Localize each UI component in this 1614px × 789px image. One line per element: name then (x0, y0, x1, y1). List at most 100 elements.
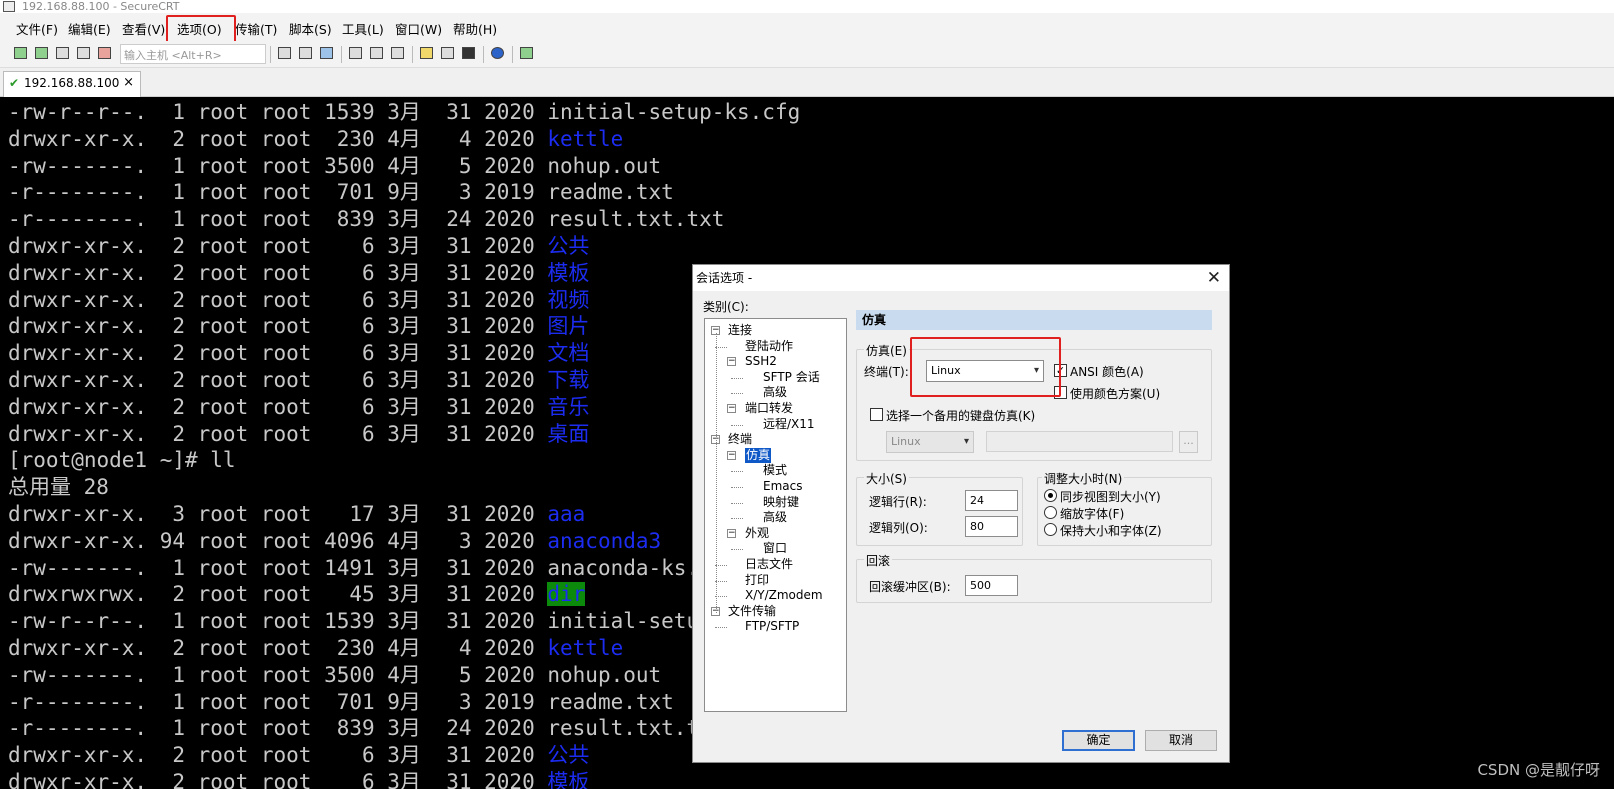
menu-edit[interactable]: 编辑(E) (68, 19, 111, 38)
menu-script[interactable]: 脚本(S) (289, 19, 332, 38)
connect-in-tab-icon[interactable] (54, 45, 71, 62)
use-color-scheme-checkbox[interactable] (1054, 386, 1067, 399)
menu-transfer[interactable]: 传输(T) (235, 19, 277, 38)
tree-item[interactable]: 远程/X11 (763, 417, 815, 432)
terminal-line-text: drwxrwxrwx. 2 root root 45 3月 31 2020 (8, 582, 548, 607)
terminal-label: 终端(T): (864, 365, 909, 379)
terminal-line-text: drwxr-xr-x. 2 root root 230 4月 4 2020 (8, 126, 548, 151)
tree-item[interactable]: 日志文件 (745, 557, 793, 572)
keep-size-font-label: 保持大小和字体(Z) (1060, 524, 1162, 538)
menu-window[interactable]: 窗口(W) (395, 19, 442, 38)
reconnect-icon[interactable] (75, 45, 92, 62)
find-icon[interactable] (318, 45, 335, 62)
tree-item[interactable]: 登陆动作 (745, 339, 793, 354)
close-tab-icon[interactable]: × (123, 72, 134, 94)
browse-button[interactable]: ... (1179, 431, 1198, 453)
securecrt-window: 192.168.88.100 - SecureCRT 文件(F) 编辑(E) 查… (0, 0, 1614, 789)
collapse-icon[interactable]: − (727, 404, 736, 413)
rows-input[interactable]: 24 (965, 490, 1018, 511)
ok-button[interactable]: 确定 (1062, 730, 1135, 751)
tree-item[interactable]: 窗口 (763, 541, 787, 556)
radio-scale-font[interactable] (1044, 506, 1057, 519)
help-icon[interactable] (489, 45, 506, 62)
terminal-select[interactable]: Linux ▾ (926, 360, 1044, 382)
terminal-line: drwxr-xr-x. 2 root root 6 3月 31 2020 公共 (8, 742, 589, 769)
tree-item[interactable]: 连接 (728, 323, 752, 338)
terminal-line-text: drwxr-xr-x. 2 root root 6 3月 31 2020 (8, 368, 548, 392)
rows-label: 逻辑行(R): (869, 495, 927, 509)
tree-item[interactable]: FTP/SFTP (745, 619, 799, 634)
tree-connector (731, 471, 743, 473)
toolbar-separator (341, 46, 342, 63)
quick-connect-icon[interactable] (33, 45, 50, 62)
collapse-icon[interactable]: − (727, 450, 736, 460)
tree-item[interactable]: 高级 (763, 385, 787, 400)
menu-view[interactable]: 查看(V) (122, 19, 165, 38)
connect-icon[interactable] (12, 45, 29, 62)
tree-item[interactable]: 外观 (745, 526, 769, 541)
radio-sync-view[interactable] (1044, 489, 1057, 502)
tree-item[interactable]: 打印 (745, 573, 769, 588)
cancel-button[interactable]: 取消 (1145, 730, 1217, 751)
file-name: 桌面 (547, 421, 590, 446)
alt-keyboard-checkbox[interactable] (870, 408, 883, 421)
terminal-line: -r--------. 1 root root 839 3月 24 2020 r… (8, 206, 724, 233)
ansi-color-checkbox[interactable]: ✓ (1054, 364, 1067, 377)
cols-input[interactable]: 80 (965, 516, 1018, 537)
tree-item[interactable]: 模式 (763, 463, 787, 478)
terminal-line: drwxr-xr-x. 94 root root 4096 4月 3 2020 … (8, 528, 661, 555)
menu-file[interactable]: 文件(F) (16, 19, 58, 38)
terminal-line: drwxr-xr-x. 2 root root 230 4月 4 2020 ke… (8, 126, 623, 153)
collapse-icon[interactable]: − (727, 528, 736, 538)
menu-help[interactable]: 帮助(H) (453, 19, 497, 38)
paste-icon[interactable] (297, 45, 314, 62)
tree-item[interactable]: Emacs (763, 479, 802, 494)
terminal-line-text: -rw-r--r--. 1 root root 1539 3月 31 2020 (8, 609, 548, 634)
terminal-line-text: -rw-------. 1 root root 3500 4月 5 2020 (8, 153, 548, 178)
category-tree[interactable]: − 连接 登陆动作 − SSH2 SFTP 会话 高级 − 端口转发 远程/X11− 终端 − 仿真 模式… (704, 318, 847, 712)
tree-item[interactable]: 高级 (763, 510, 787, 525)
radio-keep-size-font[interactable] (1044, 523, 1057, 536)
tree-item[interactable]: SFTP 会话 (763, 370, 820, 385)
session-options-icon[interactable] (418, 45, 435, 62)
copy-icon[interactable] (276, 45, 293, 62)
tree-item[interactable]: 终端 (728, 432, 752, 447)
tree-item[interactable]: 映射键 (763, 495, 799, 510)
tree-item[interactable]: 仿真 (745, 447, 772, 463)
print-selection-icon[interactable] (368, 45, 385, 62)
close-icon[interactable]: ✕ (1207, 265, 1221, 291)
terminal-line: drwxr-xr-x. 2 root root 6 3月 31 2020 视频 (8, 287, 589, 314)
tree-item[interactable]: 端口转发 (745, 401, 793, 416)
tree-item[interactable]: 文件传输 (728, 604, 776, 619)
terminal-line-text: [root@node1 ~]# ll (8, 448, 236, 473)
menu-options[interactable]: 选项(O) (177, 19, 222, 38)
session-tab[interactable]: ✔ 192.168.88.100 × (3, 71, 141, 97)
file-name: 公共 (547, 743, 590, 768)
terminal-line: -rw-------. 1 root root 1491 3月 31 2020 … (8, 555, 724, 582)
scrollback-buffer-input[interactable]: 500 (965, 575, 1018, 596)
print-screen-icon[interactable] (347, 45, 364, 62)
file-name: 视频 (547, 287, 590, 312)
alt-keyboard-label: 选择一个备用的键盘仿真(K) (886, 409, 1036, 423)
alt-keyboard-select[interactable]: Linux ▾ (886, 431, 974, 453)
menu-tools[interactable]: 工具(L) (342, 19, 384, 38)
terminal-line: drwxr-xr-x. 2 root root 6 3月 31 2020 模板 (8, 769, 589, 789)
tree-connector (731, 377, 743, 379)
watermark: CSDN @是靓仔呀 (1477, 761, 1600, 779)
alt-keyboard-path-field[interactable] (986, 431, 1173, 452)
terminal-line-text: drwxr-xr-x. 2 root root 6 3月 31 2020 (8, 394, 548, 419)
tree-item[interactable]: SSH2 (745, 354, 777, 369)
sync-view-label: 同步视图到大小(Y) (1060, 490, 1161, 504)
global-options-icon[interactable] (439, 45, 456, 62)
collapse-icon[interactable]: − (727, 357, 736, 367)
tree-item[interactable]: X/Y/Zmodem (745, 588, 823, 603)
terminal-line: -rw-------. 1 root root 3500 4月 5 2020 n… (8, 662, 661, 689)
host-input[interactable]: 输入主机 <Alt+R> (120, 44, 266, 64)
print-icon[interactable] (389, 45, 406, 62)
terminal-line: [root@node1 ~]# ll (8, 447, 236, 474)
terminal-line: drwxr-xr-x. 2 root root 6 3月 31 2020 模板 (8, 260, 589, 287)
file-name: aaa (547, 502, 586, 526)
sftp-icon[interactable] (518, 45, 535, 62)
disconnect-icon[interactable] (96, 45, 113, 62)
keymap-icon[interactable] (460, 45, 477, 62)
